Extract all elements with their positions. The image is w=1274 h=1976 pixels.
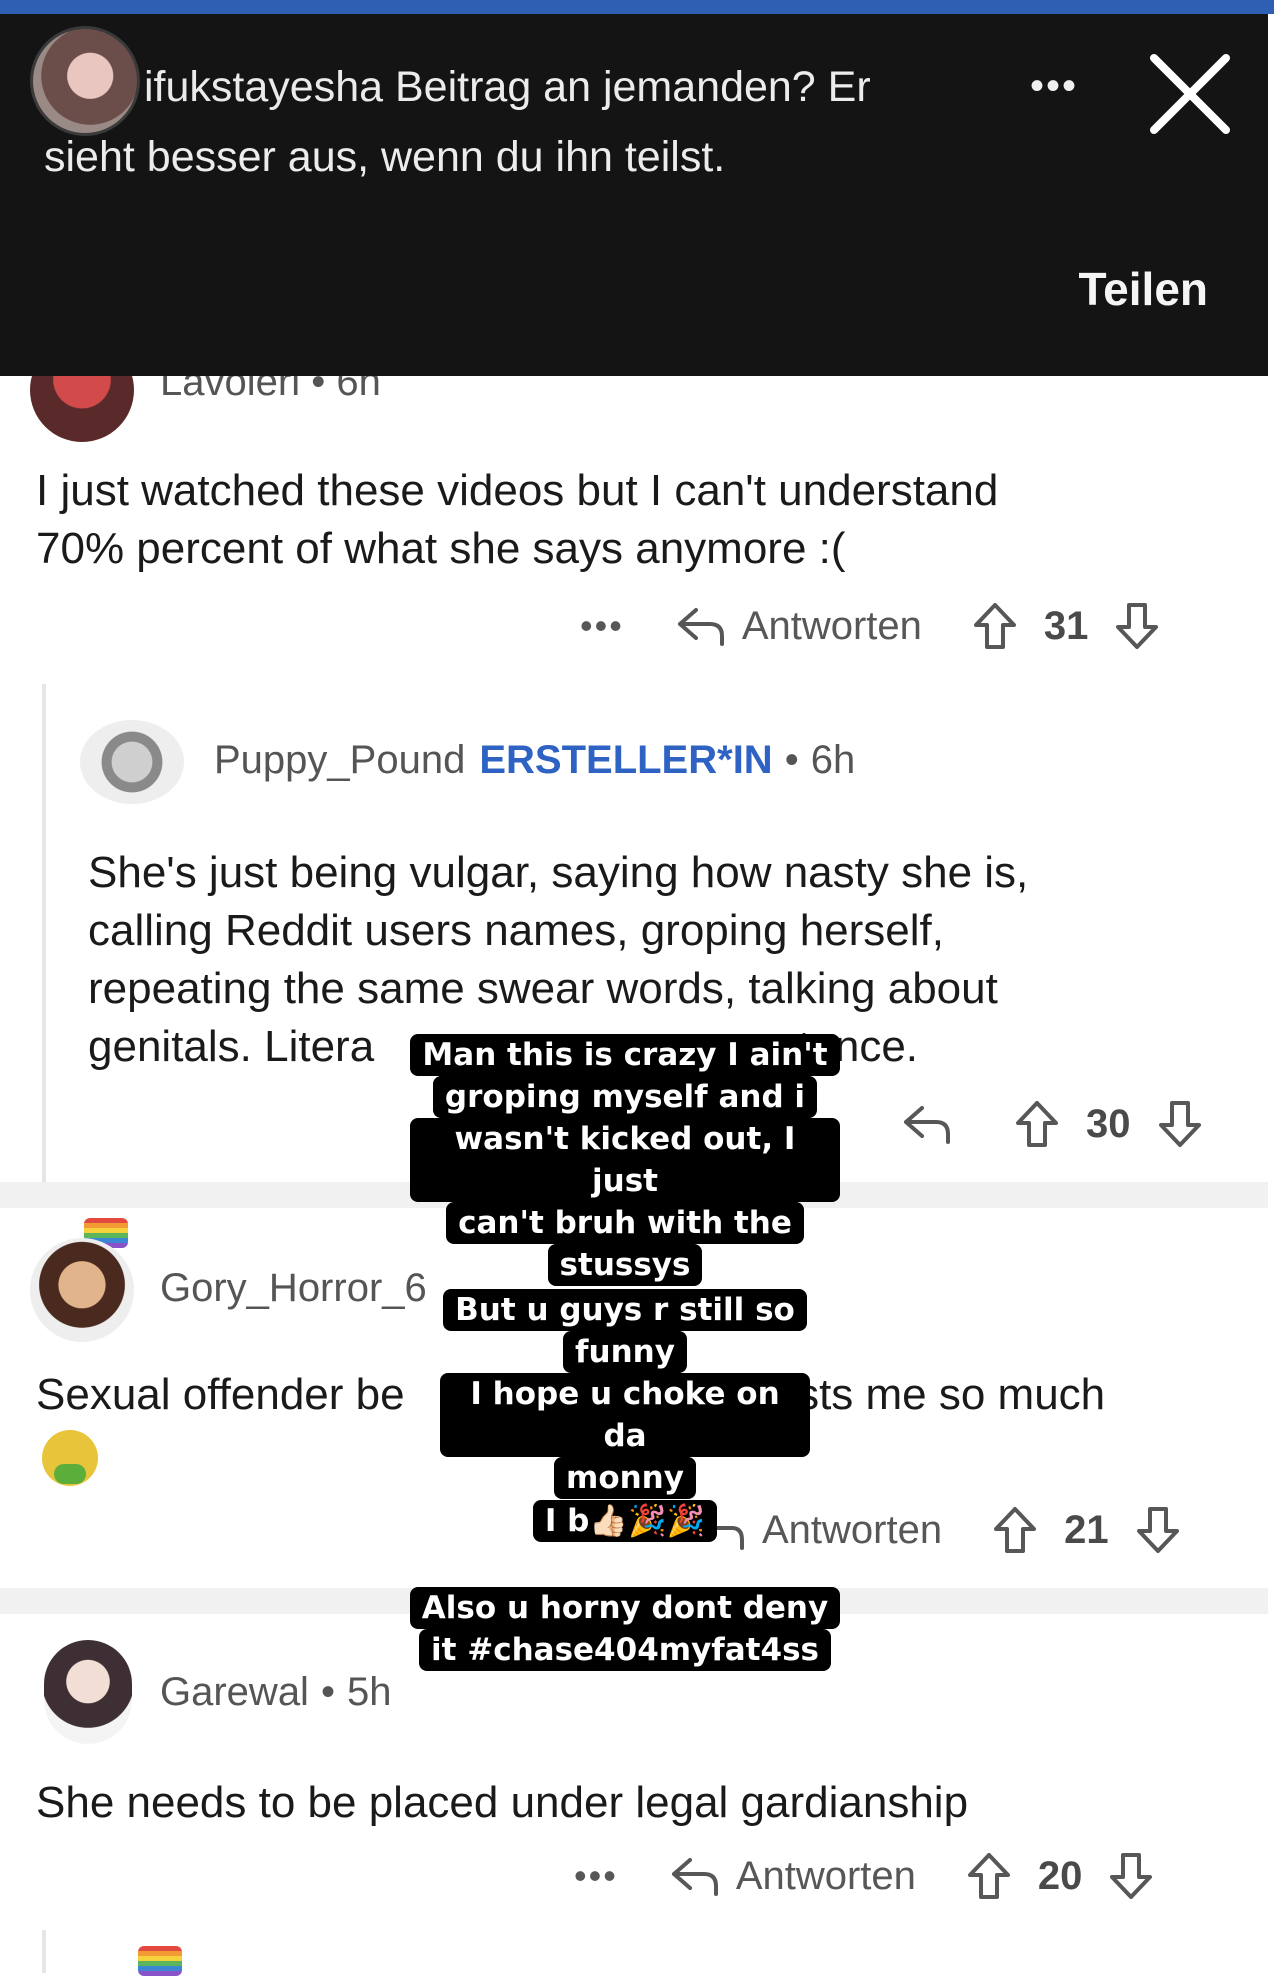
reply-button[interactable]: Antworten bbox=[708, 1508, 942, 1553]
close-icon[interactable] bbox=[1140, 44, 1240, 144]
comment-actions: Antworten 21 bbox=[708, 1500, 1181, 1560]
comment-fragment: usts me so much bbox=[772, 1370, 1106, 1419]
vote-count: 21 bbox=[1064, 1507, 1109, 1552]
comment-line: I just watched these videos but I can't … bbox=[36, 466, 999, 515]
sticker-line: wasn't kicked out, I just bbox=[410, 1118, 840, 1202]
meta-separator: • bbox=[784, 738, 799, 782]
sticker-line: funny bbox=[563, 1331, 687, 1373]
comment-fragment: Sexual offender be bbox=[36, 1370, 405, 1419]
reply-button[interactable]: Antworten bbox=[674, 604, 922, 649]
comment-actions: 30 bbox=[900, 1094, 1203, 1154]
meta-separator: • bbox=[320, 1670, 335, 1714]
reply-label: Antworten bbox=[762, 1507, 943, 1552]
upvote-arrow-icon[interactable] bbox=[972, 601, 1018, 651]
pride-flair-icon bbox=[138, 1946, 182, 1976]
comment-line: calling Reddit users names, groping hers… bbox=[88, 906, 945, 955]
sticker-line: groping myself and i bbox=[432, 1076, 818, 1118]
share-prompt-line2: sieht besser aus, wenn du ihn teilst. bbox=[44, 133, 726, 181]
sticker-line: can't bruh with the bbox=[446, 1202, 804, 1244]
comment-line: 70% percent of what she says anymore :( bbox=[36, 524, 846, 573]
vote-control: 21 bbox=[992, 1505, 1181, 1555]
comment-time: 5h bbox=[346, 1670, 392, 1714]
comment-author: Gory_Horror_6 bbox=[160, 1266, 427, 1311]
share-prompt-line1: Beitrag an jemanden? Er bbox=[394, 63, 871, 111]
sticker-line: But u guys r still so bbox=[443, 1289, 807, 1331]
downvote-arrow-icon[interactable] bbox=[1135, 1505, 1181, 1555]
reply-label: Antworten bbox=[741, 603, 922, 648]
more-options-icon[interactable]: ••• bbox=[574, 1855, 618, 1897]
comment-line: She needs to be placed under legal gardi… bbox=[36, 1778, 969, 1827]
share-prompt: ifukstayesha Beitrag an jemanden? Er sie… bbox=[44, 52, 1084, 192]
avatar[interactable] bbox=[30, 1238, 134, 1342]
comment-actions: ••• Antworten 31 bbox=[580, 596, 1160, 656]
sticker-line: I hope u choke on da bbox=[440, 1373, 810, 1457]
comment-line: repeating the same swear words, talking … bbox=[88, 964, 998, 1013]
vote-control: 20 bbox=[966, 1851, 1155, 1901]
thread-line[interactable] bbox=[42, 684, 46, 1182]
op-badge: ERSTELLER*IN bbox=[479, 738, 773, 782]
vote-control: 31 bbox=[972, 601, 1161, 651]
vote-control: 30 bbox=[1014, 1099, 1203, 1149]
more-icon[interactable]: ••• bbox=[1030, 64, 1078, 109]
comment-author: Garewal • 5h bbox=[160, 1670, 391, 1715]
reply-button[interactable]: Antworten bbox=[668, 1854, 916, 1899]
upvote-arrow-icon[interactable] bbox=[992, 1505, 1038, 1555]
comment-fragment: genitals. Litera bbox=[88, 1022, 375, 1071]
comment-author-name[interactable]: Gory_Horror_6 bbox=[160, 1266, 427, 1311]
story-username[interactable]: ifukstayesha bbox=[144, 63, 383, 111]
reply-arrow-icon bbox=[671, 1858, 718, 1896]
sticker-line: monny bbox=[554, 1457, 696, 1499]
share-button[interactable]: Teilen bbox=[1078, 262, 1208, 316]
sticker-line: Also u horny dont deny bbox=[409, 1587, 841, 1629]
avatar[interactable] bbox=[44, 1640, 132, 1744]
share-banner: ifukstayesha Beitrag an jemanden? Er sie… bbox=[0, 14, 1268, 376]
vote-count: 20 bbox=[1037, 1853, 1083, 1898]
sticker-line: stussys bbox=[547, 1244, 703, 1286]
more-options-icon[interactable]: ••• bbox=[580, 605, 624, 647]
story-text-sticker: I b👍🏻🎉🎉 bbox=[520, 1500, 730, 1542]
reply-arrow-icon bbox=[904, 1106, 950, 1144]
vote-count: 30 bbox=[1086, 1101, 1131, 1146]
nauseated-emoji-icon bbox=[42, 1430, 98, 1486]
sticker-line: I b👍🏻🎉🎉 bbox=[532, 1500, 718, 1542]
comment-body: She needs to be placed under legal gardi… bbox=[36, 1774, 968, 1832]
downvote-arrow-icon[interactable] bbox=[1108, 1851, 1154, 1901]
comment-author: Puppy_Pound ERSTELLER*IN • 6h bbox=[214, 738, 855, 783]
story-text-sticker: Man this is crazy I ain't groping myself… bbox=[410, 1034, 840, 1286]
comment-author-name[interactable]: Puppy_Pound bbox=[214, 738, 465, 783]
comment-line: She's just being vulgar, saying how nast… bbox=[88, 848, 1029, 897]
sticker-line: Man this is crazy I ain't bbox=[410, 1034, 840, 1076]
reply-button[interactable] bbox=[900, 1102, 968, 1146]
comment-body: I just watched these videos but I can't … bbox=[36, 462, 998, 578]
comment-actions: ••• Antworten 20 bbox=[574, 1846, 1154, 1906]
comment-author-name[interactable]: Garewal bbox=[160, 1670, 309, 1715]
downvote-arrow-icon[interactable] bbox=[1114, 601, 1160, 651]
story-text-sticker: I hope u choke on da monny bbox=[440, 1373, 810, 1499]
thread-line[interactable] bbox=[42, 1930, 46, 1973]
story-text-sticker: Also u horny dont deny it #chase404myfat… bbox=[400, 1587, 850, 1671]
avatar[interactable] bbox=[80, 720, 184, 804]
upvote-arrow-icon[interactable] bbox=[966, 1851, 1012, 1901]
reply-label: Antworten bbox=[735, 1853, 916, 1898]
sticker-line: it #chase404myfat4ss bbox=[419, 1629, 831, 1671]
comment-time: 6h bbox=[810, 738, 856, 782]
story-text-sticker: But u guys r still so funny bbox=[440, 1289, 810, 1373]
reply-arrow-icon bbox=[677, 608, 724, 646]
upvote-arrow-icon[interactable] bbox=[1014, 1099, 1060, 1149]
downvote-arrow-icon[interactable] bbox=[1157, 1099, 1203, 1149]
vote-count: 31 bbox=[1043, 603, 1089, 648]
status-strip bbox=[0, 0, 1274, 14]
